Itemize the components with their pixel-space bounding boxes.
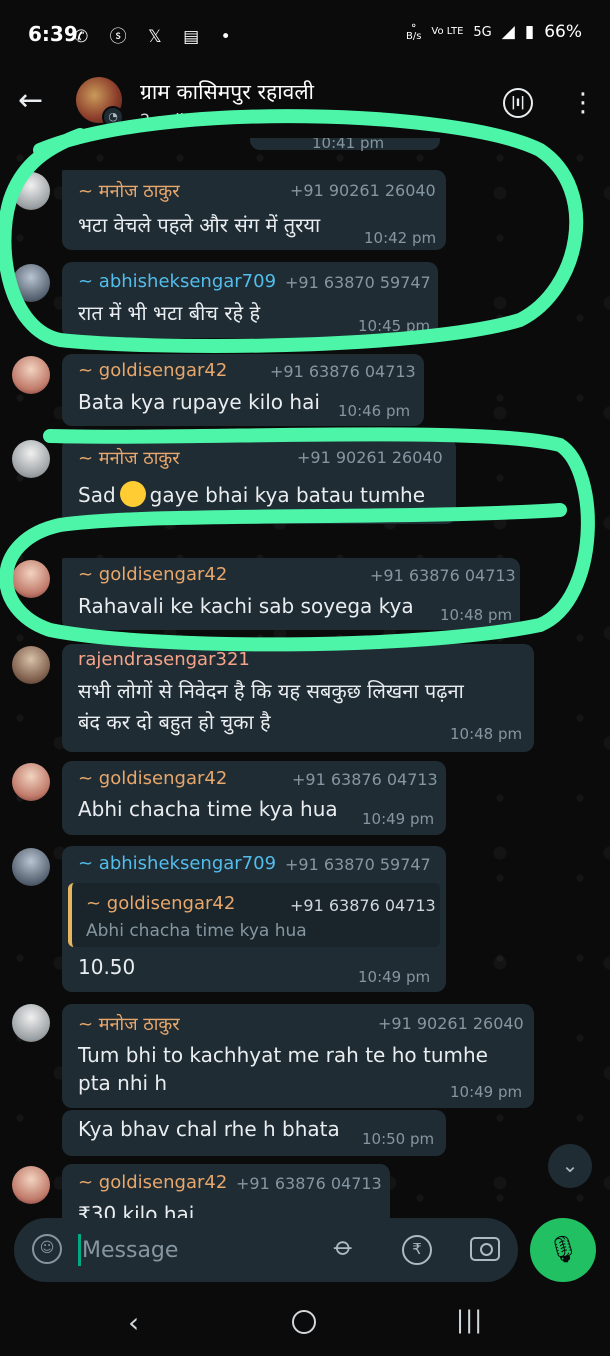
sender-name[interactable]: ~ goldisengar42 (78, 1172, 227, 1193)
voice-chat-icon[interactable]: |ı| (503, 88, 533, 118)
avatar[interactable] (12, 763, 50, 801)
message-text: Sad gaye bhai kya batau tumhe (78, 481, 426, 507)
status-right: ⚬ B/s Vo LTE 5G ◢ ▮ 66% (405, 21, 582, 43)
quote-phone: +91 63876 04713 (290, 896, 436, 915)
sender-name[interactable]: ~ मनोज ठाकुर (78, 179, 180, 203)
crying-face-emoji (119, 481, 146, 507)
mic-icon[interactable]: 🎙 (530, 1218, 596, 1282)
sender-name[interactable]: ~ abhisheksengar709 (78, 853, 276, 874)
data-saver-icon: ⚬ B/s (405, 21, 422, 42)
status-time: 6:39 (28, 22, 78, 46)
chat-area[interactable]: 10:41 pm ~ मनोज ठाकुर +91 90261 26040 भट… (0, 138, 610, 1218)
scroll-down-icon[interactable]: ⌄ (548, 1144, 592, 1188)
avatar[interactable] (12, 646, 50, 684)
battery-icon: ▮ (524, 22, 535, 42)
sender-name[interactable]: rajendrasengar321 (78, 649, 250, 670)
chat-header: ← ◔ ग्राम कासिमपुर रहावली 2 online |ı| ⋮ (0, 68, 610, 138)
message-time: 10:49 pm (450, 1083, 523, 1101)
message-text: Abhi chacha time kya hua (78, 797, 338, 821)
message-time: 10:48 pm (440, 606, 513, 624)
emoji-icon[interactable]: ☺ (32, 1234, 62, 1264)
community-icon: ◔ (102, 106, 124, 128)
avatar[interactable] (12, 356, 50, 394)
sender-phone: +91 90261 26040 (297, 448, 443, 467)
message-text: Rahavali ke kachi sab soyega kya (78, 594, 414, 618)
sender-name[interactable]: ~ abhisheksengar709 (78, 271, 276, 292)
sender-phone: +91 63870 59747 (285, 273, 431, 292)
status-bar: 6:39 ✆ ⓢ 𝕏 ▤ • ⚬ B/s Vo LTE 5G ◢ ▮ 66% (0, 0, 610, 68)
message-text: 10.50 (78, 955, 136, 979)
message-time: 10:48 pm (450, 725, 523, 743)
message-input[interactable] (82, 1232, 302, 1268)
volte-label: Vo LTE (431, 26, 464, 37)
message-text: भटा वेचले पहले और संग में तुरया (78, 213, 321, 237)
nav-recent-icon[interactable]: ||| (456, 1306, 483, 1334)
message-time: 10:49 pm (362, 810, 435, 828)
more-options-icon[interactable]: ⋮ (570, 90, 596, 116)
text-cursor (78, 1234, 81, 1266)
quote-sender: ~ goldisengar42 (86, 893, 236, 914)
message-box[interactable]: ☺ ⌀ ₹ (14, 1218, 518, 1282)
avatar[interactable] (12, 848, 50, 886)
quote-text: Abhi chacha time kya hua (86, 921, 307, 941)
nav-home-icon[interactable] (292, 1310, 316, 1334)
nav-back-icon[interactable]: ‹ (128, 1306, 139, 1339)
message-time: 10:42 pm (364, 229, 437, 247)
avatar[interactable] (12, 560, 50, 598)
sender-phone: +91 90261 26040 (290, 181, 436, 200)
sender-name[interactable]: ~ मनोज ठाकुर (78, 446, 180, 470)
message-text: Kya bhav chal rhe h bhata (78, 1117, 340, 1141)
sender-name[interactable]: ~ मनोज ठाकुर (78, 1012, 180, 1036)
sender-name[interactable]: ~ goldisengar42 (78, 564, 227, 585)
message-time: 10:49 pm (358, 968, 431, 986)
message-text-line2: बंद कर दो बहुत हो चुका है (78, 710, 271, 734)
battery-percent: 66% (544, 22, 582, 42)
message-text: रात में भी भटा बीच रहे हे (78, 301, 261, 325)
sender-name[interactable]: ~ goldisengar42 (78, 360, 227, 381)
message-text-line2: pta nhi h (78, 1071, 168, 1095)
sender-name[interactable]: ~ goldisengar42 (78, 768, 227, 789)
sender-phone: +91 63876 04713 (370, 566, 516, 585)
message-text: Bata kya rupaye kilo hai (78, 390, 320, 414)
network-type: 5G (473, 24, 492, 40)
avatar[interactable] (12, 440, 50, 478)
message-text-line1: Tum bhi to kachhyat me rah te ho tumhe (78, 1043, 488, 1067)
attach-icon[interactable]: ⌀ (328, 1231, 360, 1263)
sender-phone: +91 90261 26040 (378, 1014, 524, 1033)
online-count: 2 online (140, 110, 205, 129)
camera-icon[interactable] (470, 1237, 500, 1261)
message-text-line1: सभी लोगों से निवेदन है कि यह सबकुछ लिखना… (78, 679, 464, 703)
message-time: 10:46 pm (338, 402, 411, 420)
sender-phone: +91 63876 04713 (270, 362, 416, 381)
sender-phone: +91 63876 04713 (236, 1174, 382, 1193)
payment-icon[interactable]: ₹ (402, 1235, 432, 1265)
sender-phone: +91 63870 59747 (285, 855, 431, 874)
avatar[interactable] (12, 1166, 50, 1204)
avatar[interactable] (12, 1004, 50, 1042)
avatar[interactable] (12, 264, 50, 302)
system-nav-bar: ‹ ||| (0, 1286, 610, 1356)
message-time: 10:45 pm (358, 317, 431, 335)
avatar[interactable] (12, 172, 50, 210)
composer: ☺ ⌀ ₹ 🎙 (0, 1218, 610, 1286)
message-text: ₹30 kilo hai (78, 1202, 195, 1218)
message-time: 10:50 pm (362, 1130, 435, 1148)
back-arrow-icon[interactable]: ← (18, 86, 43, 116)
group-title[interactable]: ग्राम कासिमपुर रहावली (140, 78, 314, 106)
notification-icons: ✆ ⓢ 𝕏 ▤ • (74, 27, 239, 47)
signal-icon: ◢ (501, 22, 515, 42)
sender-phone: +91 63876 04713 (292, 770, 438, 789)
